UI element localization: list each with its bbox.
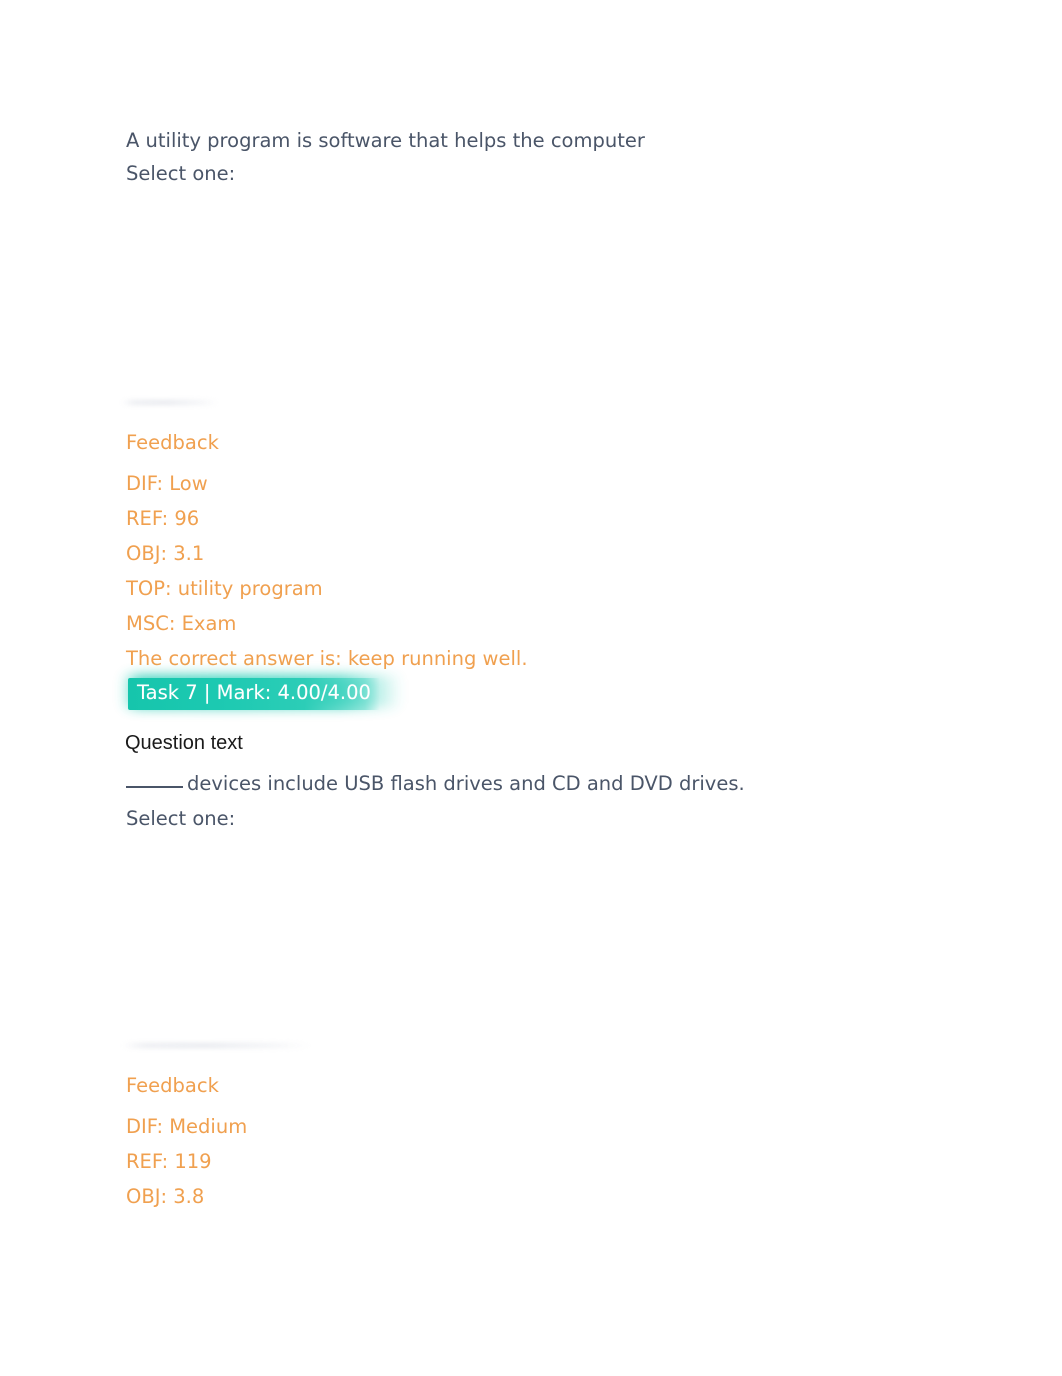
- question-1-feedback-dif: DIF: Low: [126, 472, 208, 495]
- question-1-feedback-obj: OBJ: 3.1: [126, 542, 205, 565]
- question-2-answer-options[interactable]: [126, 838, 686, 1033]
- question-1-feedback-title: Feedback: [126, 431, 219, 454]
- fill-in-blank-rule: [126, 786, 183, 788]
- task-badge-label: Task 7 | Mark: 4.00/4.00: [128, 678, 380, 710]
- question-1-stem: A utility program is software that helps…: [126, 129, 645, 152]
- question-1-feedback-msc: MSC: Exam: [126, 612, 237, 635]
- question-2-divider: [122, 1044, 310, 1047]
- question-1-select-prompt: Select one:: [126, 162, 236, 185]
- question-2-stem: devices include USB flash drives and CD …: [187, 772, 745, 795]
- question-1-feedback-ref: REF: 96: [126, 507, 200, 530]
- question-2-heading: Question text: [125, 732, 243, 754]
- task-score-badge: Task 7 | Mark: 4.00/4.00: [116, 671, 412, 713]
- quiz-review-page: A utility program is software that helps…: [0, 0, 1062, 1376]
- question-2-stem-wrap: devices include USB flash drives and CD …: [126, 767, 745, 800]
- question-2-feedback-title: Feedback: [126, 1074, 219, 1097]
- question-2-select-prompt: Select one:: [126, 807, 236, 830]
- question-2-feedback-ref: REF: 119: [126, 1150, 212, 1173]
- question-2-feedback-obj: OBJ: 3.8: [126, 1185, 205, 1208]
- question-1-feedback-top: TOP: utility program: [126, 577, 323, 600]
- question-1-divider: [122, 401, 218, 404]
- question-1-answer-options[interactable]: [126, 192, 686, 387]
- question-2-feedback-dif: DIF: Medium: [126, 1115, 248, 1138]
